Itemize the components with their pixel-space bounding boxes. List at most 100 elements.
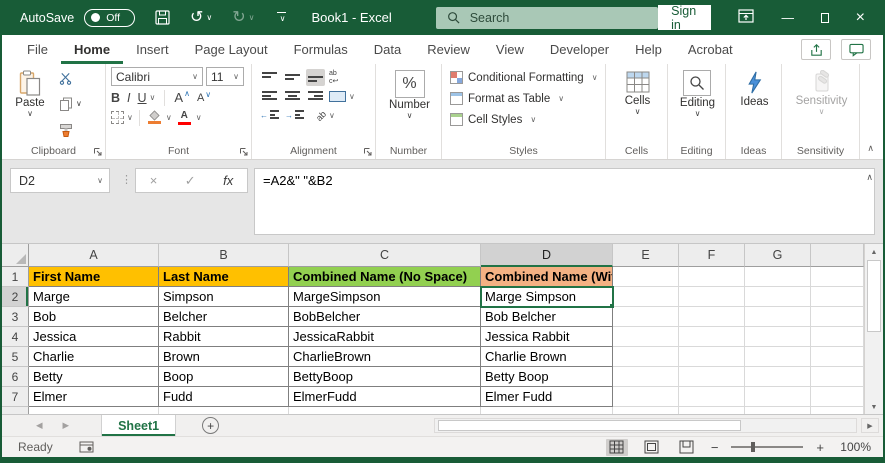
scroll-up-icon[interactable]: ▲ <box>865 244 883 260</box>
cell-E6[interactable] <box>613 367 679 387</box>
close-button[interactable]: × <box>856 9 865 27</box>
row-header-3[interactable]: 3 <box>2 307 29 327</box>
italic-button[interactable]: I <box>127 91 130 105</box>
name-box[interactable]: D2 ∨ <box>10 168 110 193</box>
cell-A4[interactable]: Jessica <box>29 327 159 347</box>
zoom-slider[interactable] <box>731 446 803 448</box>
cell-F5[interactable] <box>679 347 745 367</box>
merge-center-button[interactable]: ∨ <box>329 88 355 105</box>
cell-A6[interactable]: Betty <box>29 367 159 387</box>
font-name-select[interactable]: Calibri ∨ <box>111 67 203 86</box>
cell-E1[interactable] <box>613 267 679 287</box>
cell-A7[interactable]: Elmer <box>29 387 159 407</box>
column-header-f[interactable]: F <box>679 244 745 267</box>
insert-function-icon[interactable]: fx <box>223 173 233 188</box>
column-header-partial[interactable] <box>811 244 864 267</box>
cell-F2[interactable] <box>679 287 745 307</box>
align-center-button[interactable] <box>283 88 302 105</box>
sign-in-button[interactable]: Sign in <box>658 5 711 30</box>
scroll-down-icon[interactable]: ▼ <box>865 399 883 415</box>
vertical-scrollbar[interactable]: ▲ ▼ <box>864 244 883 415</box>
cell-H7[interactable] <box>811 387 864 407</box>
row-header-7[interactable]: 7 <box>2 387 29 407</box>
vertical-scroll-thumb[interactable] <box>867 260 881 332</box>
increase-indent-button[interactable]: → <box>285 107 306 124</box>
paste-button[interactable]: Paste ∨ <box>7 68 53 142</box>
share-button[interactable] <box>801 39 831 60</box>
tab-page-layout[interactable]: Page Layout <box>182 35 281 64</box>
cell-G2[interactable] <box>745 287 811 307</box>
align-left-button[interactable] <box>260 88 279 105</box>
cell-C2[interactable]: MargeSimpson <box>289 287 481 307</box>
tab-file[interactable]: File <box>14 35 61 64</box>
undo-button[interactable]: ↺ ∨ <box>190 10 212 26</box>
minimize-button[interactable]: — <box>781 11 794 25</box>
increase-font-size-button[interactable]: A ∧ <box>174 89 190 106</box>
font-dialog-launcher[interactable] <box>239 147 248 156</box>
row-header-6[interactable]: 6 <box>2 367 29 387</box>
cell-C7[interactable]: ElmerFudd <box>289 387 481 407</box>
cell-D6[interactable]: Betty Boop <box>481 367 613 387</box>
conditional-formatting-button[interactable]: Conditional Formatting ∨ <box>450 68 602 87</box>
format-painter-button[interactable] <box>59 121 82 138</box>
top-align-button[interactable] <box>260 69 279 86</box>
cell-F1[interactable] <box>679 267 745 287</box>
cancel-icon[interactable]: × <box>150 173 158 188</box>
cell-C5[interactable]: CharlieBrown <box>289 347 481 367</box>
search-box[interactable]: Search <box>436 7 658 29</box>
scroll-right-icon[interactable]: ▶ <box>861 418 879 433</box>
cell-C3[interactable]: BobBelcher <box>289 307 481 327</box>
cell-E2[interactable] <box>613 287 679 307</box>
tab-insert[interactable]: Insert <box>123 35 182 64</box>
wrap-text-button[interactable]: ab c↩ <box>329 70 338 85</box>
cell-D3[interactable]: Bob Belcher <box>481 307 613 327</box>
orientation-button[interactable]: ab ∨ <box>316 107 335 124</box>
cell-D2-active[interactable]: Marge Simpson <box>481 287 613 307</box>
enter-check-icon[interactable]: ✓ <box>185 173 196 189</box>
row-header-5[interactable]: 5 <box>2 347 29 367</box>
cell-B2[interactable]: Simpson <box>159 287 289 307</box>
normal-view-button[interactable] <box>606 439 628 456</box>
ribbon-display-options-button[interactable] <box>738 9 754 26</box>
cell-G7[interactable] <box>745 387 811 407</box>
cell-F7[interactable] <box>679 387 745 407</box>
cell-C1[interactable]: Combined Name (No Space) <box>289 267 481 287</box>
save-button[interactable] <box>155 10 170 25</box>
sheet-tab-sheet1[interactable]: Sheet1 <box>101 415 176 436</box>
zoom-slider-thumb[interactable] <box>751 442 755 452</box>
bottom-align-button[interactable] <box>306 69 325 86</box>
horizontal-scrollbar[interactable] <box>434 418 857 433</box>
number-format-button[interactable]: % Number ∨ <box>389 68 430 142</box>
cell-D5[interactable]: Charlie Brown <box>481 347 613 367</box>
cell-E5[interactable] <box>613 347 679 367</box>
new-sheet-button[interactable]: + <box>202 417 219 434</box>
cell-B4[interactable]: Rabbit <box>159 327 289 347</box>
autosave-toggle[interactable]: Off <box>84 9 135 27</box>
cell-G1[interactable] <box>745 267 811 287</box>
cell-E3[interactable] <box>613 307 679 327</box>
tab-review[interactable]: Review <box>414 35 483 64</box>
fill-handle[interactable] <box>609 303 613 307</box>
cell-B3[interactable]: Belcher <box>159 307 289 327</box>
tab-help[interactable]: Help <box>622 35 675 64</box>
fill-color-button[interactable]: ∨ <box>146 109 172 126</box>
cell-G4[interactable] <box>745 327 811 347</box>
cell-D7[interactable]: Elmer Fudd <box>481 387 613 407</box>
cells-button[interactable]: Cells ∨ <box>625 68 651 142</box>
comments-button[interactable] <box>841 39 871 60</box>
underline-button[interactable]: U ∨ <box>138 89 156 106</box>
zoom-out-button[interactable]: − <box>711 440 719 455</box>
cell-A5[interactable]: Charlie <box>29 347 159 367</box>
cell-H2[interactable] <box>811 287 864 307</box>
clipboard-dialog-launcher[interactable] <box>93 147 102 156</box>
cell-H3[interactable] <box>811 307 864 327</box>
tab-data[interactable]: Data <box>361 35 414 64</box>
row-header-1[interactable]: 1 <box>2 267 29 287</box>
collapse-formula-bar-icon[interactable]: ∧ <box>866 172 873 183</box>
redo-button[interactable]: ↻ ∨ <box>232 10 254 26</box>
cell-E4[interactable] <box>613 327 679 347</box>
alignment-dialog-launcher[interactable] <box>363 147 372 156</box>
cell-A1[interactable]: First Name <box>29 267 159 287</box>
bold-button[interactable]: B <box>111 91 120 105</box>
maximize-button[interactable] <box>821 13 829 23</box>
